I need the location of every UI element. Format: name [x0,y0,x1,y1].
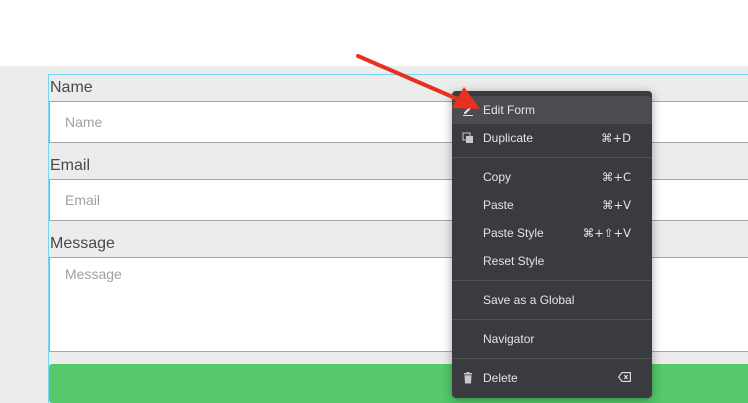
message-label: Message [50,235,115,252]
menu-item-label: Edit Form [483,103,536,117]
context-menu: Edit Form Duplicate ⌘+D Copy ⌘+C Paste ⌘… [452,91,652,398]
duplicate-icon [462,132,474,144]
menu-divider [452,157,652,158]
menu-shortcut: ⌘+D [601,131,631,145]
menu-shortcut: ⌘+⇧+V [582,226,631,240]
menu-item-paste[interactable]: Paste ⌘+V [452,191,652,219]
pencil-icon [462,104,474,116]
menu-item-reset-style[interactable]: Reset Style [452,247,652,275]
menu-item-navigator[interactable]: Navigator [452,325,652,353]
menu-item-label: Navigator [483,332,535,346]
menu-item-delete[interactable]: Delete [452,364,652,392]
menu-item-label: Reset Style [483,254,545,268]
top-area [0,0,748,66]
menu-item-save-as-global[interactable]: Save as a Global [452,286,652,314]
menu-item-label: Delete [483,371,518,385]
menu-item-edit-form[interactable]: Edit Form [452,96,652,124]
menu-item-label: Save as a Global [483,293,575,307]
trash-icon [462,372,474,384]
menu-divider [452,319,652,320]
menu-item-label: Copy [483,170,512,184]
menu-item-label: Paste Style [483,226,544,240]
email-label: Email [50,157,91,174]
menu-shortcut: ⌘+V [601,198,631,212]
menu-item-duplicate[interactable]: Duplicate ⌘+D [452,124,652,152]
menu-item-copy[interactable]: Copy ⌘+C [452,163,652,191]
menu-item-paste-style[interactable]: Paste Style ⌘+⇧+V [452,219,652,247]
menu-divider [452,280,652,281]
menu-shortcut: ⌘+C [601,170,631,184]
menu-divider [452,358,652,359]
name-label: Name [50,79,93,96]
menu-item-label: Duplicate [483,131,534,145]
menu-item-label: Paste [483,198,514,212]
delete-key-icon [617,371,631,385]
